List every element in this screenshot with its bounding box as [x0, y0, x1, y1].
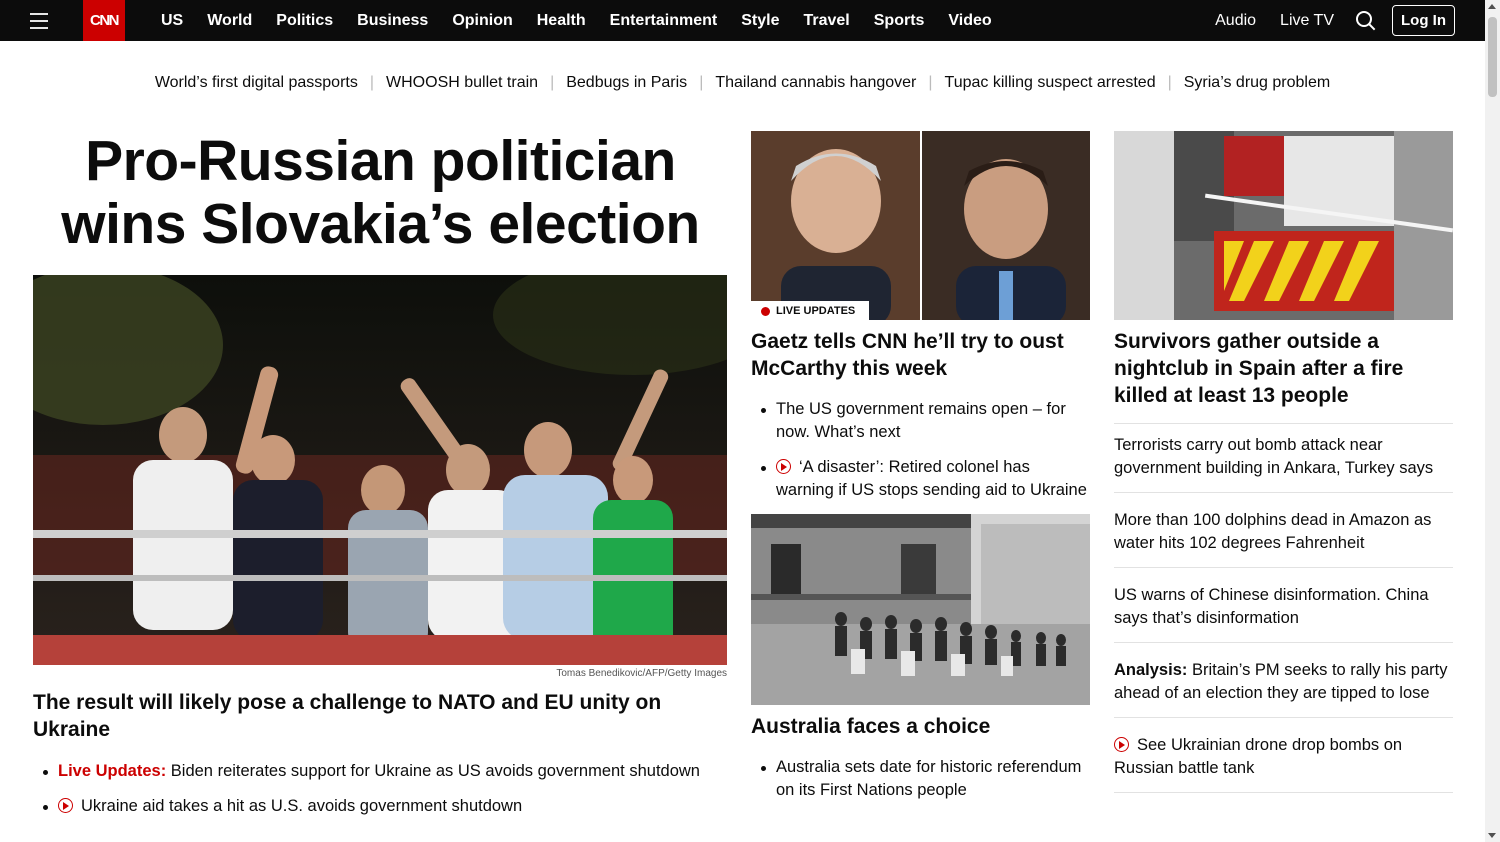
- nav-right: Audio Live TV Log In: [1203, 0, 1455, 41]
- story-headline[interactable]: Australia faces a choice: [751, 713, 1090, 740]
- nav-link-opinion[interactable]: Opinion: [440, 0, 524, 41]
- live-updates-badge: LIVE UPDATES: [751, 301, 870, 320]
- middle-column: LIVE UPDATES Gaetz tells CNN he’ll try t…: [751, 131, 1090, 814]
- historical-photo-illustration: [751, 514, 1090, 705]
- menu-icon[interactable]: [30, 0, 64, 41]
- nav-link-travel[interactable]: Travel: [791, 0, 861, 41]
- story-image[interactable]: [1114, 131, 1453, 320]
- video-play-icon: [776, 459, 791, 474]
- nav-link-world[interactable]: World: [195, 0, 264, 41]
- vertical-scrollbar[interactable]: [1485, 0, 1500, 842]
- analysis-label: Analysis:: [1114, 661, 1188, 679]
- scrollbar-thumb[interactable]: [1488, 17, 1497, 97]
- list-item[interactable]: Ukraine aid takes a hit as U.S. avoids g…: [40, 795, 720, 818]
- lead-subheadline[interactable]: The result will likely pose a challenge …: [33, 689, 713, 743]
- login-button[interactable]: Log In: [1392, 5, 1455, 36]
- story-headline[interactable]: Gaetz tells CNN he’ll try to oust McCart…: [751, 328, 1090, 382]
- trending-link[interactable]: World’s first digital passports: [143, 74, 370, 92]
- list-item-text: ‘A disaster’: Retired colonel has warnin…: [776, 458, 1087, 499]
- nav-link-sports[interactable]: Sports: [862, 0, 937, 41]
- lead-headline[interactable]: Pro-Russian politician wins Slovakia’s e…: [33, 130, 728, 256]
- right-column: Survivors gather outside a nightclub in …: [1114, 131, 1453, 793]
- list-item[interactable]: US warns of Chinese disinformation. Chin…: [1114, 568, 1453, 643]
- live-dot-icon: [761, 306, 770, 316]
- list-item[interactable]: See Ukrainian drone drop bombs on Russia…: [1114, 718, 1453, 793]
- list-item[interactable]: The US government remains open – for now…: [751, 398, 1090, 444]
- trending-link[interactable]: Tupac killing suspect arrested: [933, 74, 1168, 92]
- list-item-text: Biden reiterates support for Ukraine as …: [166, 762, 700, 780]
- list-item[interactable]: More than 100 dolphins dead in Amazon as…: [1114, 493, 1453, 568]
- story-headline[interactable]: Survivors gather outside a nightclub in …: [1114, 328, 1453, 409]
- audio-link[interactable]: Audio: [1203, 12, 1268, 30]
- headline-list: Terrorists carry out bomb attack near go…: [1114, 423, 1453, 793]
- lead-image[interactable]: [33, 275, 727, 665]
- related-list: Australia sets date for historic referen…: [751, 756, 1090, 802]
- story-image[interactable]: LIVE UPDATES: [751, 131, 1090, 320]
- list-item[interactable]: Analysis: Britain’s PM seeks to rally hi…: [1114, 643, 1453, 718]
- nav-link-us[interactable]: US: [149, 0, 195, 41]
- live-tv-link[interactable]: Live TV: [1268, 12, 1346, 30]
- list-item-text: See Ukrainian drone drop bombs on Russia…: [1114, 736, 1403, 777]
- trending-link[interactable]: Bedbugs in Paris: [554, 74, 699, 92]
- nav-link-politics[interactable]: Politics: [264, 0, 345, 41]
- related-list: The US government remains open – for now…: [751, 398, 1090, 502]
- scroll-up-arrow-icon[interactable]: [1488, 4, 1496, 9]
- image-credit: Tomas Benedikovic/AFP/Getty Images: [556, 668, 727, 679]
- live-updates-label: Live Updates:: [58, 762, 167, 780]
- video-play-icon: [58, 798, 73, 813]
- nav-link-video[interactable]: Video: [936, 0, 1003, 41]
- fire-truck-photo-illustration: [1114, 131, 1453, 320]
- list-item-text: Ukraine aid takes a hit as U.S. avoids g…: [81, 797, 523, 815]
- trending-bar: World’s first digital passports | WHOOSH …: [0, 74, 1485, 92]
- top-navigation: CNN US World Politics Business Opinion H…: [0, 0, 1485, 41]
- trending-link[interactable]: Syria’s drug problem: [1172, 74, 1342, 92]
- story-image[interactable]: [751, 514, 1090, 705]
- lead-photo-illustration: [33, 275, 727, 665]
- list-item[interactable]: Terrorists carry out bomb attack near go…: [1114, 423, 1453, 493]
- search-icon[interactable]: [1354, 9, 1378, 33]
- nav-link-health[interactable]: Health: [525, 0, 598, 41]
- portrait-photos-illustration: [751, 131, 1090, 320]
- nav-link-entertainment[interactable]: Entertainment: [598, 0, 730, 41]
- trending-link[interactable]: WHOOSH bullet train: [374, 74, 550, 92]
- video-play-icon: [1114, 737, 1129, 752]
- list-item[interactable]: Live Updates: Biden reiterates support f…: [40, 760, 720, 783]
- trending-link[interactable]: Thailand cannabis hangover: [703, 74, 928, 92]
- cnn-logo[interactable]: CNN: [83, 0, 125, 41]
- nav-link-business[interactable]: Business: [345, 0, 440, 41]
- lead-related-list: Live Updates: Biden reiterates support f…: [40, 760, 720, 830]
- section-links: US World Politics Business Opinion Healt…: [149, 0, 1004, 41]
- list-item[interactable]: ‘A disaster’: Retired colonel has warnin…: [751, 456, 1090, 502]
- scroll-down-arrow-icon[interactable]: [1488, 833, 1496, 838]
- badge-label: LIVE UPDATES: [776, 305, 856, 317]
- list-item[interactable]: Australia sets date for historic referen…: [751, 756, 1090, 802]
- nav-link-style[interactable]: Style: [729, 0, 791, 41]
